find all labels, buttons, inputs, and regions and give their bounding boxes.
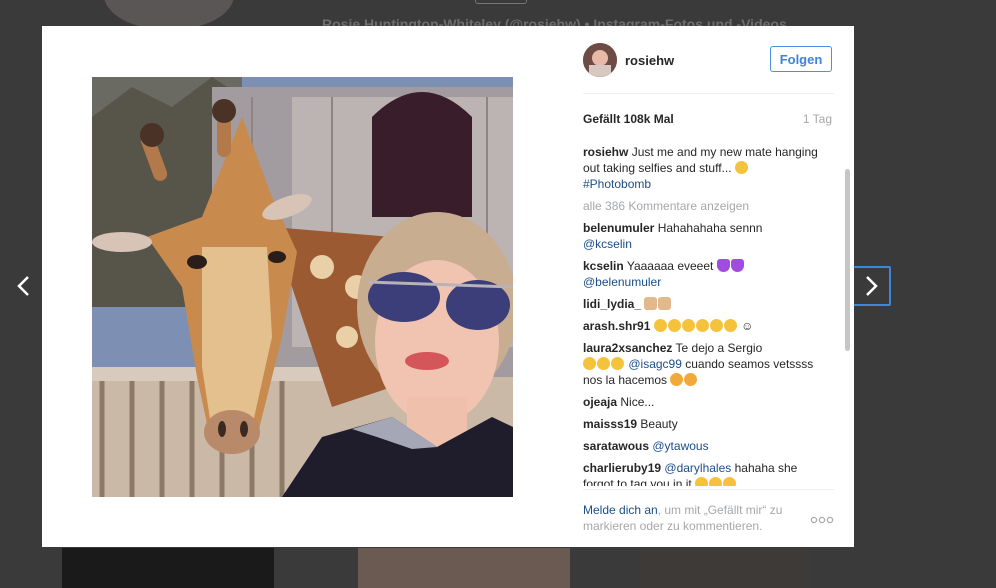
laughing-emoji-icon bbox=[709, 477, 723, 486]
more-dots-icon[interactable] bbox=[810, 512, 834, 524]
post-sidebar: rosiehw Folgen Gefällt 108k Mal 1 Tag ro… bbox=[583, 26, 834, 547]
comment-user[interactable]: rosiehw bbox=[583, 145, 628, 159]
comments-scrollbar[interactable] bbox=[845, 169, 850, 351]
list-item: ojeaja Nice... bbox=[583, 394, 835, 410]
smile-emoji-icon bbox=[653, 319, 667, 332]
comments-list: rosiehw Just me and my new mate hanging … bbox=[583, 144, 835, 486]
avatar[interactable] bbox=[583, 43, 617, 77]
post-modal: rosiehw Folgen Gefällt 108k Mal 1 Tag ro… bbox=[42, 26, 854, 547]
smile-emoji-icon bbox=[695, 319, 709, 332]
caption: rosiehw Just me and my new mate hanging … bbox=[583, 144, 835, 192]
post-username[interactable]: rosiehw bbox=[625, 53, 674, 68]
comment-user[interactable]: arash.shr91 bbox=[583, 319, 650, 333]
list-item: kcselin Yaaaaaa eveeet @belenumuler bbox=[583, 258, 835, 290]
comment-mention[interactable]: @isagc99 bbox=[628, 357, 682, 371]
previous-post-button[interactable] bbox=[4, 266, 44, 306]
chevron-right-icon bbox=[866, 276, 878, 296]
chevron-left-icon bbox=[17, 276, 29, 296]
comment-user[interactable]: laura2xsanchez bbox=[583, 341, 672, 355]
comment-user[interactable]: charlieruby19 bbox=[583, 461, 661, 475]
purple-heart-emoji-icon bbox=[730, 259, 744, 272]
load-more-comments[interactable]: alle 386 Kommentare anzeigen bbox=[583, 198, 835, 214]
post-header: rosiehw Folgen bbox=[583, 43, 834, 77]
next-post-button[interactable] bbox=[851, 266, 891, 306]
comment-user[interactable]: maisss19 bbox=[583, 417, 637, 431]
smile-emoji-icon bbox=[709, 319, 723, 332]
list-item: saratawous @ytawous bbox=[583, 438, 835, 454]
smile-emoji-icon bbox=[723, 319, 737, 332]
comment-text: Te dejo a Sergio bbox=[675, 341, 763, 355]
smile-emoji-icon bbox=[667, 319, 681, 332]
post-timestamp[interactable]: 1 Tag bbox=[803, 112, 832, 126]
background-thumbnail bbox=[62, 548, 274, 588]
likes-count[interactable]: Gefällt 108k Mal bbox=[583, 112, 674, 126]
photo-selfie-giraffe bbox=[92, 77, 513, 497]
comment-mention[interactable]: @kcselin bbox=[583, 237, 632, 251]
background-thumbnail bbox=[358, 548, 570, 588]
comment-user[interactable]: ojeaja bbox=[583, 395, 617, 409]
comment-mention[interactable]: @belenumuler bbox=[583, 275, 661, 289]
laughing-emoji-icon bbox=[611, 357, 624, 370]
comment-user[interactable]: saratawous bbox=[583, 439, 649, 453]
comment-mention[interactable]: @darylhales bbox=[664, 461, 731, 475]
background-thumbnail bbox=[640, 548, 810, 588]
list-item: arash.shr91 ☺ bbox=[583, 319, 754, 333]
list-item: maisss19 Beauty bbox=[583, 416, 835, 432]
comment-user[interactable]: kcselin bbox=[583, 259, 624, 273]
post-photo[interactable] bbox=[92, 77, 513, 497]
cat-emoji-icon bbox=[670, 373, 684, 386]
hashtag-link[interactable]: #Photobomb bbox=[583, 177, 651, 191]
comment-mention[interactable]: @ytawous bbox=[652, 439, 708, 453]
comment-text: Nice... bbox=[620, 395, 655, 409]
comment-text: Beauty bbox=[640, 417, 678, 431]
follow-button[interactable]: Folgen bbox=[770, 46, 832, 72]
comment-text: Hahahahaha sennn bbox=[657, 221, 763, 235]
laughing-emoji-icon bbox=[583, 357, 596, 370]
laughing-emoji-icon bbox=[597, 357, 610, 370]
laughing-emoji-icon bbox=[723, 477, 737, 486]
background-button bbox=[475, 0, 527, 4]
comment-text: Yaaaaaa eveeet bbox=[626, 259, 714, 273]
divider bbox=[583, 489, 834, 490]
purple-heart-emoji-icon bbox=[716, 259, 730, 272]
login-link[interactable]: Melde dich an bbox=[583, 503, 658, 517]
thumbs-up-emoji-icon bbox=[658, 297, 672, 310]
thumbs-up-emoji-icon bbox=[644, 297, 658, 310]
cat-emoji-icon bbox=[684, 373, 698, 386]
comment-user[interactable]: lidi_lydia_ bbox=[583, 297, 641, 311]
comment-user[interactable]: belenumuler bbox=[583, 221, 654, 235]
divider bbox=[583, 93, 834, 94]
laughing-emoji-icon bbox=[695, 477, 709, 486]
list-item: charlieruby19 @darylhales hahaha she for… bbox=[583, 460, 835, 486]
avatar-image bbox=[583, 43, 617, 77]
login-prompt: Melde dich an, um mit „Gefällt mir“ zu m… bbox=[583, 502, 803, 534]
smile-emoji-icon bbox=[734, 161, 748, 174]
list-item: lidi_lydia_ bbox=[583, 296, 835, 312]
list-item: belenumuler Hahahahaha sennn @kcselin bbox=[583, 220, 835, 252]
list-item: laura2xsanchez Te dejo a Sergio @isagc99… bbox=[583, 340, 835, 388]
smile-emoji-icon bbox=[681, 319, 695, 332]
